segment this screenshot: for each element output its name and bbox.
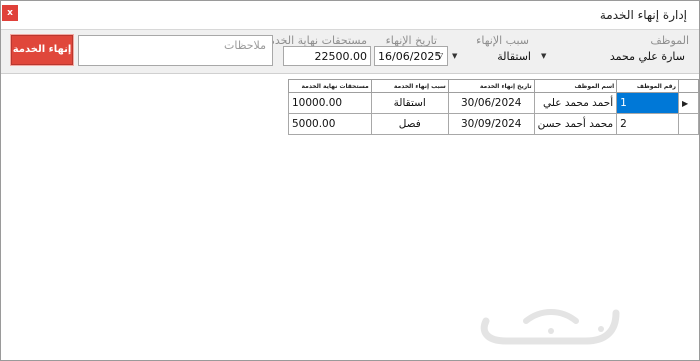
window-title: إدارة إنهاء الخدمة [599,8,687,22]
cell-end-date[interactable]: 30/06/2024 [447,92,535,114]
employee-dropdown-icon[interactable]: ▼ [541,52,546,60]
cell-benefits[interactable]: 10000.00 [288,92,372,114]
haraj-watermark-logo [480,309,620,345]
cell-emp-no-selected[interactable]: 1 [616,92,679,114]
row-indicator[interactable] [678,113,699,135]
reason-dropdown-icon[interactable]: ▼ [452,52,457,60]
reason-select[interactable]: ▼ استقالة [452,49,533,67]
cell-reason[interactable]: فصل [370,113,449,135]
dialog-window: x إدارة إنهاء الخدمة الموظف ▼ سارة علي م… [0,0,700,361]
col-benefits-header[interactable]: مستحقات نهاية الخدمة [288,79,372,93]
table-row[interactable]: 5000.00 فصل 30/09/2024 محمد أحمد حسن 2 [288,113,699,135]
col-emp-no-header[interactable]: رقم الموظف [616,79,679,93]
row-indicator[interactable]: ▶ [678,92,699,114]
cell-emp-name[interactable]: محمد أحمد حسن [533,113,618,135]
row-header-corner [678,79,699,93]
notes-label: ملاحظات [224,39,266,52]
reason-label: سبب الإنهاء [476,34,529,47]
employee-select[interactable]: ▼ سارة علي محمد [541,49,685,67]
cell-benefits[interactable]: 5000.00 [288,113,372,135]
employee-label: الموظف [650,34,689,47]
title-bar: x إدارة إنهاء الخدمة [1,1,699,29]
cell-emp-name[interactable]: أحمد محمد علي [533,92,618,114]
benefits-field[interactable]: 22500.00 [283,46,371,66]
col-reason-header[interactable]: سبب إنهاء الخدمة [370,79,449,93]
cell-reason[interactable]: استقالة [370,92,449,114]
cell-emp-no[interactable]: 2 [616,113,679,135]
col-emp-name-header[interactable]: اسم الموظف [533,79,618,93]
terminations-table: مستحقات نهاية الخدمة سبب إنهاء الخدمة تا… [288,79,699,135]
table-row[interactable]: 10000.00 استقالة 30/06/2024 أحمد محمد عل… [288,92,699,114]
termination-form: الموظف ▼ سارة علي محمد سبب الإنهاء ▼ است… [1,29,699,74]
col-end-date-header[interactable]: تاريخ إنهاء الخدمة [447,79,535,93]
cell-end-date[interactable]: 30/09/2024 [447,113,535,135]
close-button[interactable]: x [2,5,18,21]
end-service-button[interactable]: إنهاء الخدمة [11,35,73,65]
notes-field[interactable]: ملاحظات [78,35,273,66]
table-header-row: مستحقات نهاية الخدمة سبب إنهاء الخدمة تا… [288,79,699,93]
current-row-arrow-icon: ▶ [682,99,689,108]
end-date-picker[interactable]: ▽ 16/06/2025 [374,46,448,66]
